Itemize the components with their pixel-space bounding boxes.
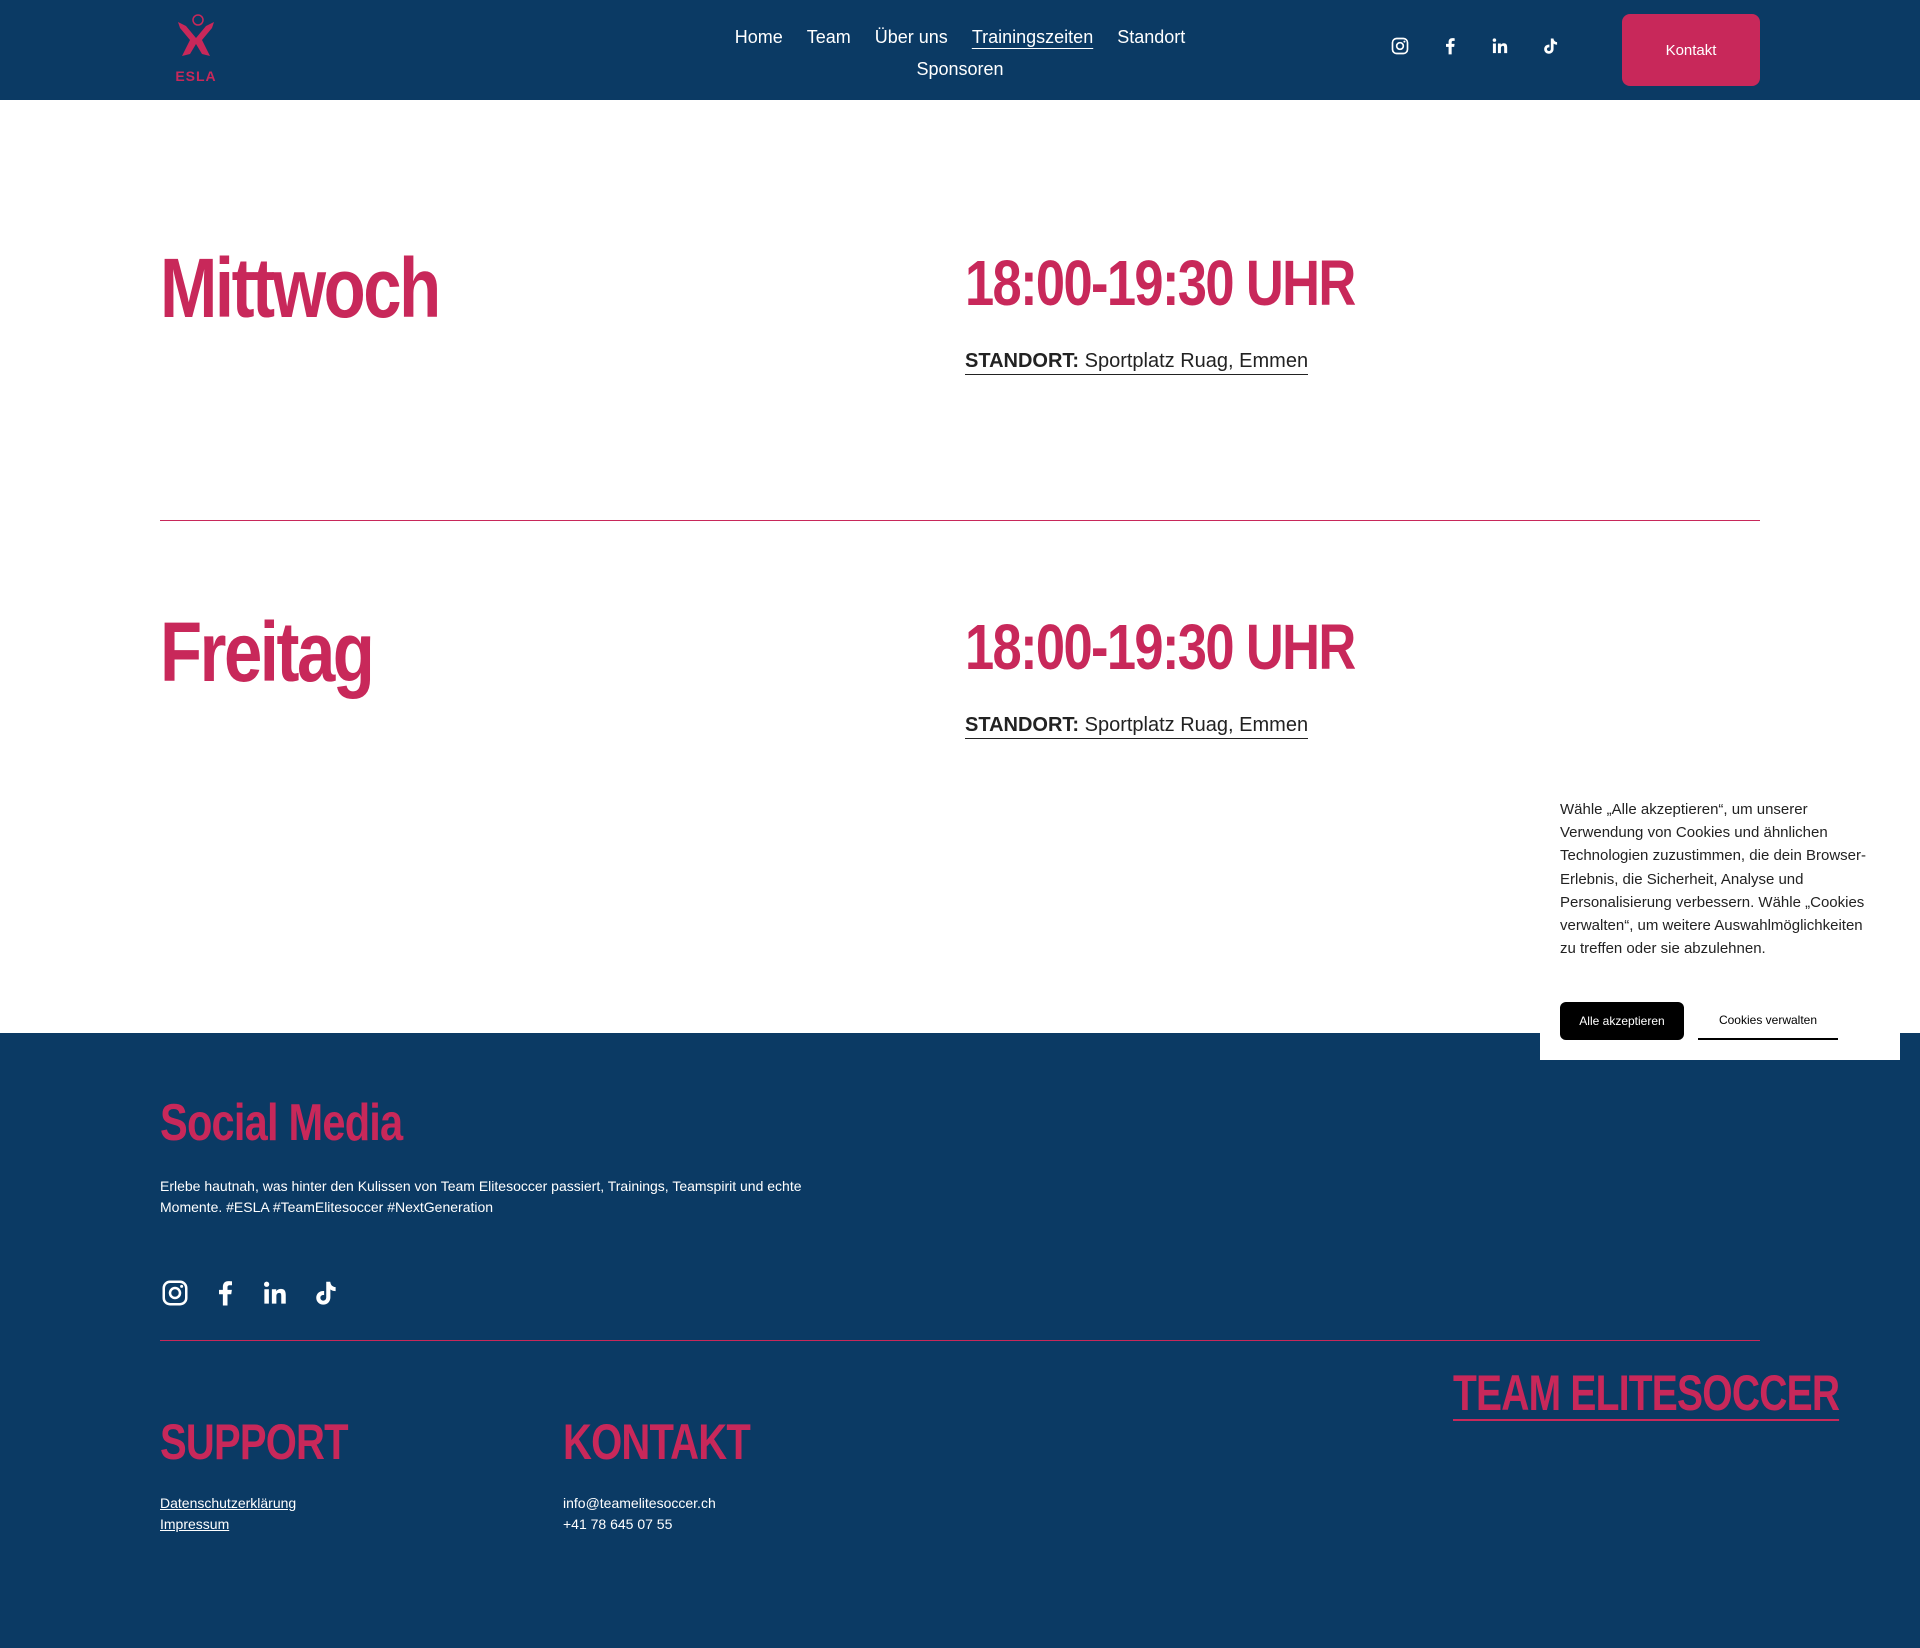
nav-team[interactable]: Team — [807, 22, 851, 52]
day-title-freitag: Freitag — [160, 605, 375, 699]
logo-text: ESLA — [175, 68, 217, 84]
nav-ueber-uns[interactable]: Über uns — [875, 22, 948, 52]
location-link-freitag[interactable]: STANDORT: Sportplatz Ruag, Emmen — [965, 714, 1309, 739]
imprint-link[interactable]: Impressum — [160, 1514, 296, 1535]
cookie-banner: Wähle „Alle akzeptieren“, um unserer Ver… — [1540, 778, 1900, 1060]
location-link-mittwoch[interactable]: STANDORT: Sportplatz Ruag, Emmen — [965, 350, 1309, 375]
day-title-mittwoch: Mittwoch — [160, 241, 441, 335]
contact-heading: KONTAKT — [563, 1414, 751, 1470]
instagram-icon[interactable] — [1390, 36, 1410, 56]
linkedin-icon[interactable] — [260, 1278, 290, 1308]
facebook-icon[interactable] — [210, 1278, 240, 1308]
support-heading: SUPPORT — [160, 1414, 349, 1470]
contact-phone[interactable]: +41 78 645 07 55 — [563, 1514, 716, 1535]
esla-logo[interactable]: ESLA — [172, 14, 220, 84]
facebook-icon[interactable] — [1440, 36, 1460, 56]
main-navigation: Home Team Über uns Trainingszeiten Standort S… — [700, 22, 1220, 86]
nav-trainingszeiten[interactable]: Trainingszeiten — [972, 22, 1093, 52]
site-header: ESLA Home Team Über uns Trainingszeiten Stan… — [0, 0, 1920, 100]
section-divider — [160, 520, 1760, 521]
footer-divider — [160, 1340, 1760, 1341]
footer-social-links — [160, 1278, 340, 1308]
location-label: STANDORT: — [965, 350, 1080, 372]
tiktok-icon[interactable] — [310, 1278, 340, 1308]
social-media-heading: Social Media — [160, 1094, 403, 1152]
logo-mark-icon — [178, 14, 214, 56]
contact-button[interactable]: Kontakt — [1622, 14, 1760, 86]
privacy-link[interactable]: Datenschutzerklärung — [160, 1493, 296, 1514]
time-mittwoch: 18:00-19:30 UHR — [965, 247, 1356, 319]
nav-home[interactable]: Home — [735, 22, 783, 52]
site-footer: Social Media Erlebe hautnah, was hinter … — [0, 1033, 1920, 1648]
tiktok-icon[interactable] — [1540, 36, 1560, 56]
social-media-text: Erlebe hautnah, was hinter den Kulissen … — [160, 1178, 802, 1215]
contact-email[interactable]: info@teamelitesoccer.ch — [563, 1493, 716, 1514]
location-value: Sportplatz Ruag, Emmen — [1084, 714, 1309, 736]
accept-all-cookies-button[interactable]: Alle akzeptieren — [1560, 1002, 1684, 1040]
time-freitag: 18:00-19:30 UHR — [965, 611, 1356, 683]
header-social-links — [1390, 36, 1560, 56]
contact-info: info@teamelitesoccer.ch +41 78 645 07 55 — [563, 1493, 716, 1535]
nav-standort[interactable]: Standort — [1117, 22, 1185, 52]
location-label: STANDORT: — [965, 714, 1080, 736]
linkedin-icon[interactable] — [1490, 36, 1510, 56]
instagram-icon[interactable] — [160, 1278, 190, 1308]
cookie-actions: Alle akzeptieren Cookies verwalten — [1560, 1002, 1838, 1040]
support-links: Datenschutzerklärung Impressum — [160, 1493, 296, 1535]
location-value: Sportplatz Ruag, Emmen — [1084, 350, 1309, 372]
brand-title[interactable]: TEAM ELITESOCCER — [1453, 1367, 1840, 1421]
cookie-text: Wähle „Alle akzeptieren“, um unserer Ver… — [1560, 801, 1866, 958]
nav-sponsoren[interactable]: Sponsoren — [916, 54, 1003, 84]
manage-cookies-button[interactable]: Cookies verwalten — [1698, 1002, 1838, 1040]
